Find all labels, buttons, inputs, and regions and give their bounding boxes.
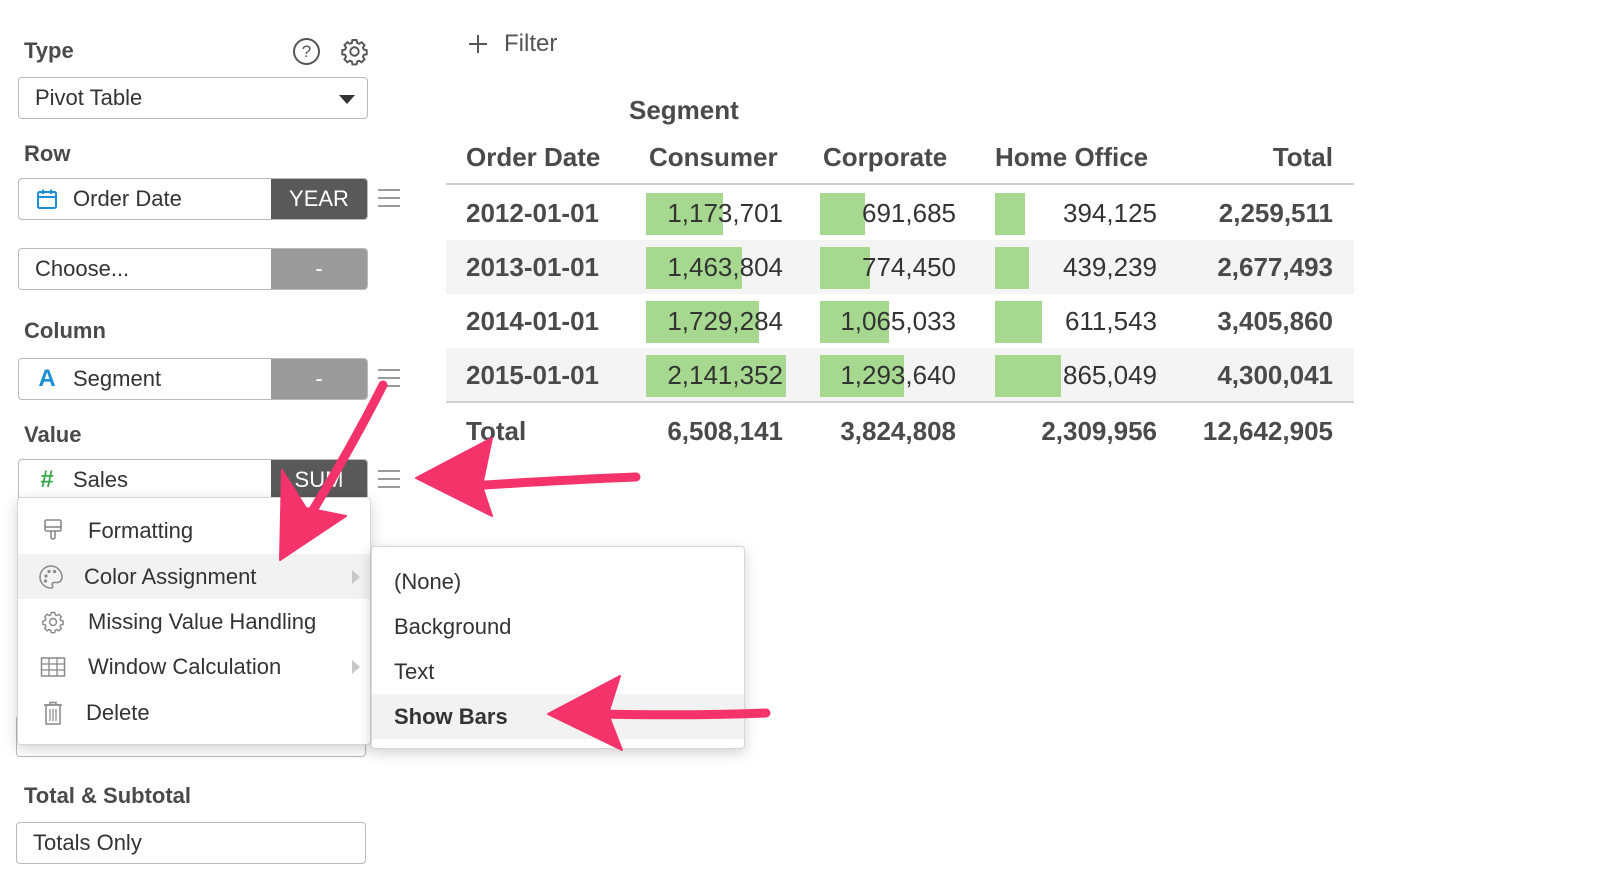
arrow-annotation-show-bars <box>547 675 771 751</box>
cell-value: 1,463,804 <box>667 251 783 282</box>
arrow-annotation-value-menu <box>415 437 641 517</box>
cell-value: 1,293,640 <box>840 359 956 390</box>
cell-value: 774,450 <box>862 251 956 282</box>
cell-value: 439,239 <box>1063 251 1157 282</box>
cell-value: 1,173,701 <box>667 197 783 228</box>
cell-value: 2,141,352 <box>667 359 783 390</box>
cell-value: 1,065,033 <box>840 305 956 336</box>
cell-value: 611,543 <box>1064 305 1157 336</box>
cell-value: 691,685 <box>862 197 956 228</box>
cell-value: 865,049 <box>1063 359 1157 390</box>
annotation-overlay <box>279 380 771 751</box>
arrow-annotation-color-assignment <box>279 380 388 561</box>
cell-value: 394,125 <box>1063 197 1157 228</box>
cell-value: 1,729,284 <box>667 305 783 336</box>
